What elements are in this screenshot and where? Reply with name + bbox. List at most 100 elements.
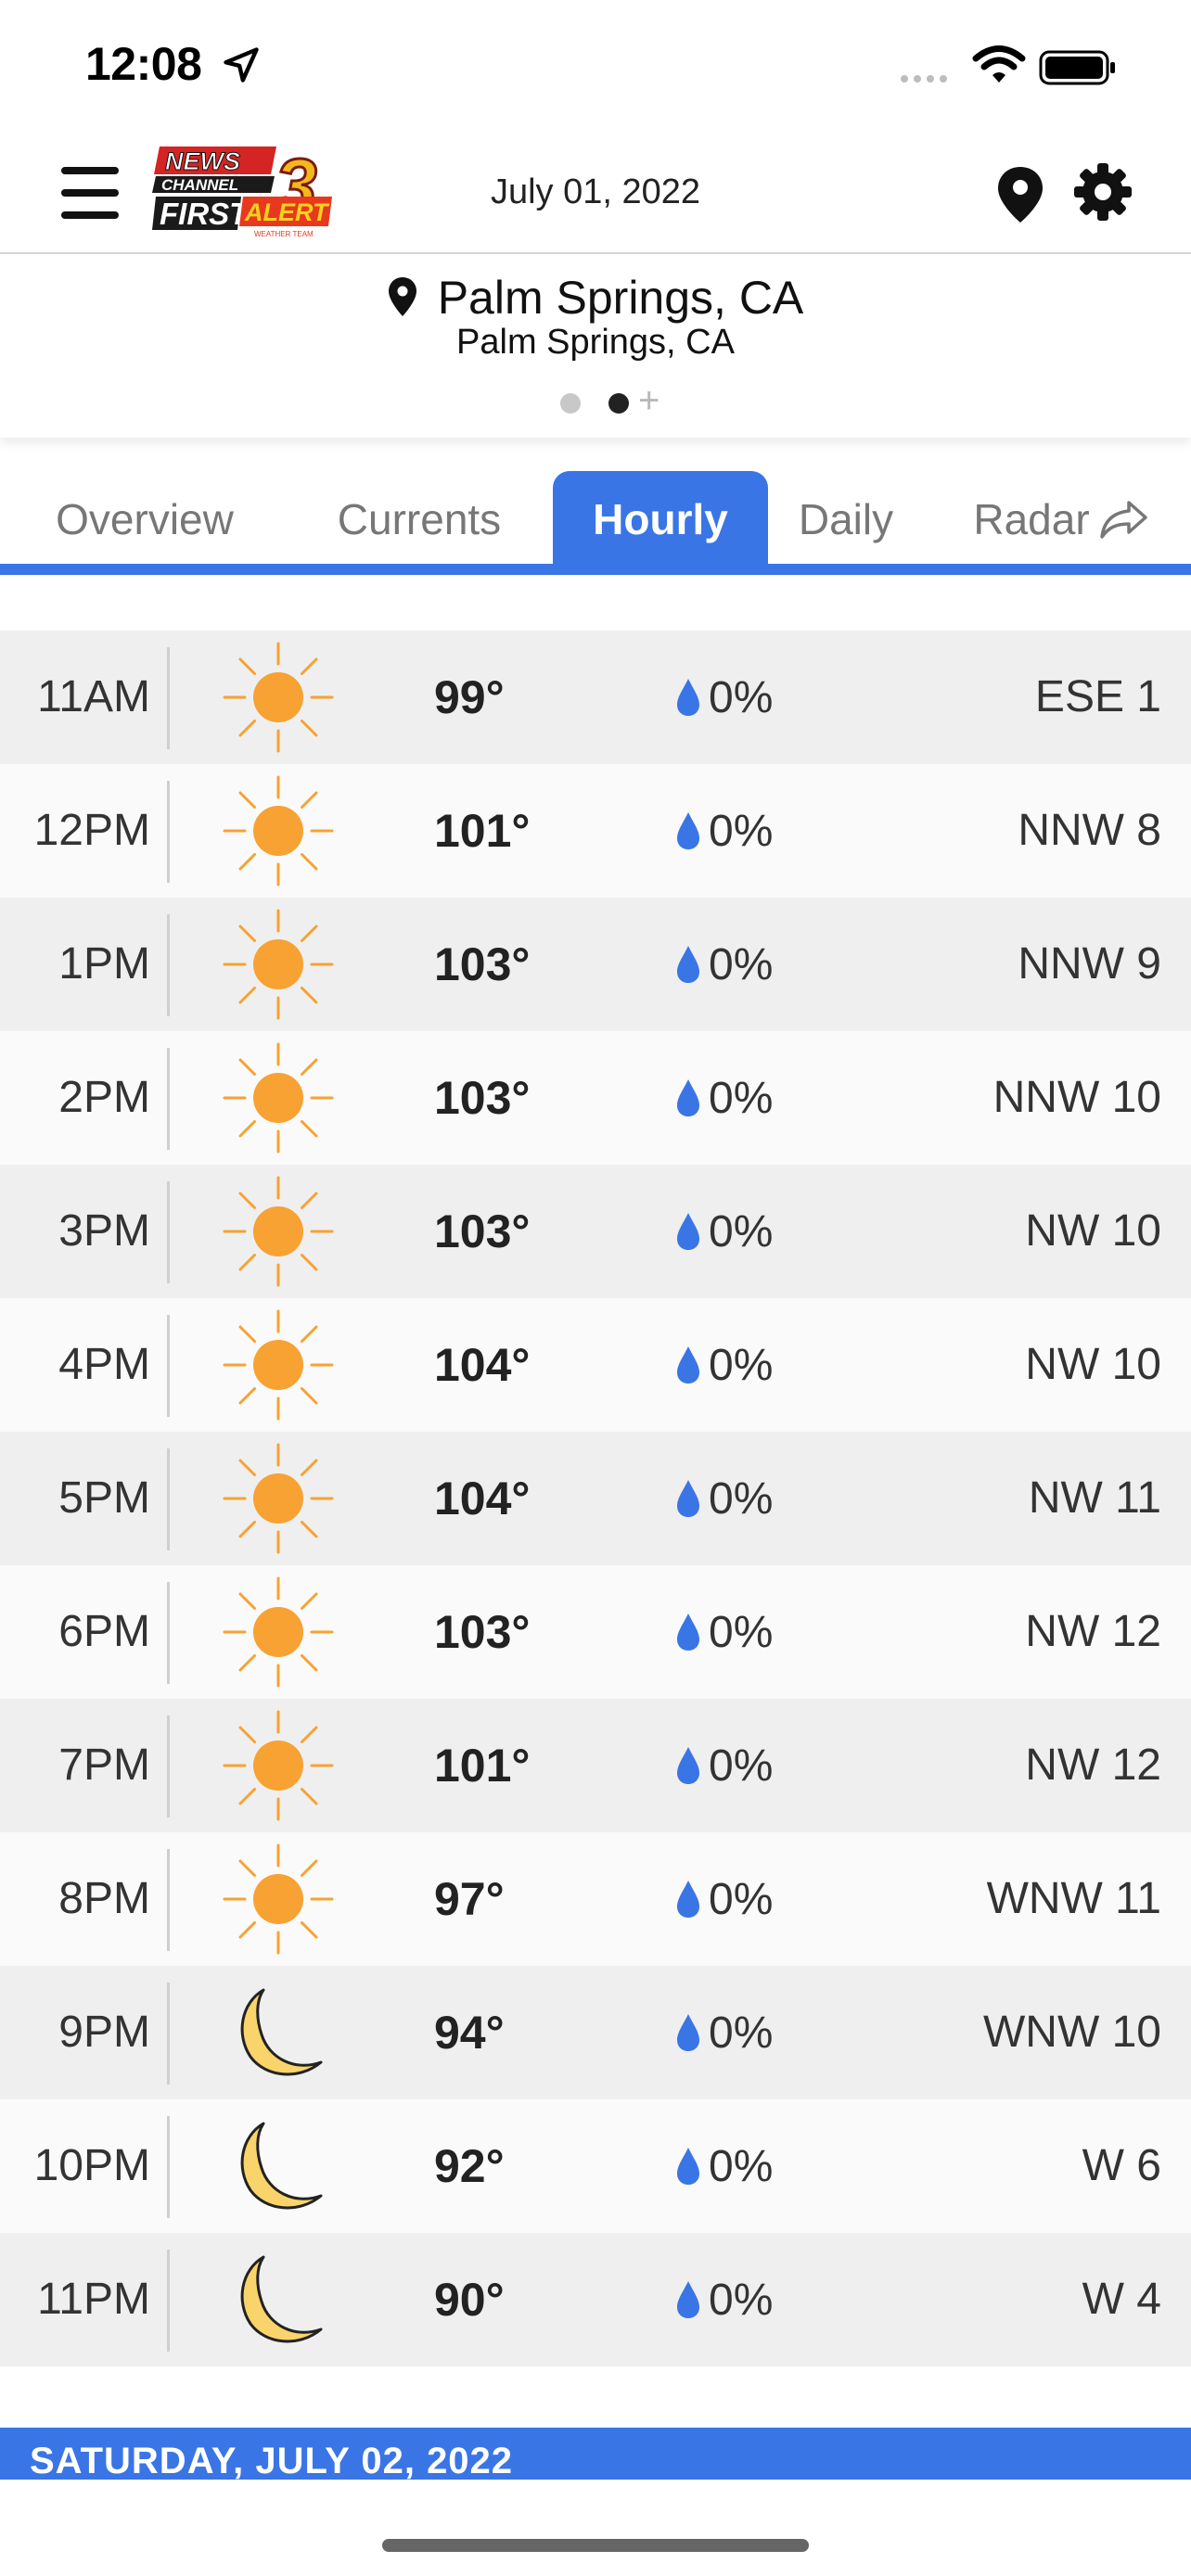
logo-tagline-text: WEATHER TEAM xyxy=(254,230,314,238)
row-divider xyxy=(167,1983,170,2085)
hourly-row[interactable]: 3PM 103° 0% NW 10 xyxy=(0,1165,1191,1298)
row-divider xyxy=(167,914,170,1016)
tab-hourly[interactable]: Hourly xyxy=(553,471,768,569)
precip-value: 0% xyxy=(709,1874,774,1924)
hour-time: 11AM xyxy=(37,672,150,721)
precip-value: 0% xyxy=(709,939,774,989)
hourly-row[interactable]: 6PM 103° 0% NW 12 xyxy=(0,1565,1191,1699)
tab-daily[interactable]: Daily xyxy=(777,471,915,569)
app-header: NEWS CHANNEL 3 FIRST ALERT WEATHER TEAM … xyxy=(0,130,1191,254)
hour-time: 6PM xyxy=(58,1607,150,1656)
hour-wind: NNW 10 xyxy=(992,1073,1161,1122)
raindrop-icon xyxy=(677,1346,699,1384)
tab-radar[interactable]: Radar xyxy=(944,471,1178,569)
sun-icon xyxy=(223,1576,334,1688)
hour-time: 12PM xyxy=(33,806,150,855)
hour-wind: ESE 1 xyxy=(1034,672,1161,721)
cellular-signal-icon xyxy=(901,75,947,83)
news-channel-3-logo[interactable]: NEWS CHANNEL 3 FIRST ALERT WEATHER TEAM xyxy=(152,143,336,239)
hour-wind: NW 10 xyxy=(1025,1206,1161,1256)
hourly-row[interactable]: 10PM 92° 0% W 6 xyxy=(0,2099,1191,2233)
hour-temperature: 101° xyxy=(434,1740,531,1792)
sun-icon xyxy=(223,642,334,753)
moon-icon xyxy=(240,2122,323,2210)
sun-icon xyxy=(223,775,334,886)
hour-time: 8PM xyxy=(58,1874,150,1923)
tab-overview[interactable]: Overview xyxy=(13,471,276,569)
hour-precipitation: 0% xyxy=(673,898,773,1031)
precip-value: 0% xyxy=(709,1473,774,1524)
hour-wind: NW 11 xyxy=(1028,1473,1161,1523)
hour-temperature: 104° xyxy=(434,1339,531,1391)
hourly-row[interactable]: 4PM 104° 0% NW 10 xyxy=(0,1298,1191,1432)
raindrop-icon xyxy=(677,1079,699,1116)
hour-time: 9PM xyxy=(58,2008,150,2057)
moon-icon xyxy=(240,2255,323,2343)
bottom-safe-area xyxy=(0,2480,1191,2576)
raindrop-icon xyxy=(677,2014,699,2051)
hour-temperature: 90° xyxy=(434,2274,505,2326)
header-date: July 01, 2022 xyxy=(490,172,701,211)
page-dot[interactable] xyxy=(560,393,581,414)
tab-currents[interactable]: Currents xyxy=(295,471,544,569)
hour-wind: NW 12 xyxy=(1025,1741,1161,1790)
raindrop-icon xyxy=(677,2148,699,2185)
hour-temperature: 103° xyxy=(434,1606,531,1658)
hour-precipitation: 0% xyxy=(673,631,773,764)
hour-temperature: 104° xyxy=(434,1473,531,1524)
gear-icon[interactable] xyxy=(1072,161,1133,223)
tab-bar: Overview Currents Hourly Daily Radar xyxy=(0,471,1191,577)
row-divider xyxy=(167,2250,170,2352)
raindrop-icon xyxy=(677,1213,699,1250)
hourly-row[interactable]: 11PM 90° 0% W 4 xyxy=(0,2233,1191,2366)
moon-icon xyxy=(240,1988,323,2076)
raindrop-icon xyxy=(677,1613,699,1651)
hourly-row[interactable]: 5PM 104° 0% NW 11 xyxy=(0,1432,1191,1565)
hour-temperature: 103° xyxy=(434,1072,531,1124)
precip-value: 0% xyxy=(709,672,774,722)
location-panel[interactable]: Palm Springs, CA Palm Springs, CA + xyxy=(0,256,1191,438)
share-arrow-icon xyxy=(1099,501,1147,539)
raindrop-icon xyxy=(677,679,699,716)
row-divider xyxy=(167,1181,170,1283)
row-divider xyxy=(167,1715,170,1817)
hour-precipitation: 0% xyxy=(673,2233,773,2366)
row-divider xyxy=(167,1582,170,1684)
hourly-row[interactable]: 11AM 99° 0% ESE 1 xyxy=(0,631,1191,764)
hour-precipitation: 0% xyxy=(673,1432,773,1565)
hour-wind: NW 12 xyxy=(1025,1607,1161,1656)
status-bar: 12:08 xyxy=(0,0,1191,130)
page-dot-active[interactable] xyxy=(608,393,629,414)
hour-wind: WNW 11 xyxy=(986,1874,1161,1923)
row-divider xyxy=(167,1448,170,1550)
add-location-button[interactable]: + xyxy=(638,382,660,419)
raindrop-icon xyxy=(677,946,699,983)
precip-value: 0% xyxy=(709,806,774,856)
sun-icon xyxy=(223,1042,334,1154)
home-indicator[interactable] xyxy=(382,2539,809,2552)
hourly-row[interactable]: 12PM 101° 0% NNW 8 xyxy=(0,764,1191,898)
hour-precipitation: 0% xyxy=(673,1298,773,1432)
logo-channel-text: CHANNEL xyxy=(161,176,238,194)
hour-time: 11PM xyxy=(37,2275,150,2324)
hour-temperature: 101° xyxy=(434,805,531,857)
tab-underline xyxy=(0,564,1191,575)
hourly-forecast-list: 11AM 99° 0% ESE 1 12PM 101° 0% NNW 8 1PM 103° 0% NN… xyxy=(0,631,1191,2366)
hourly-row[interactable]: 2PM 103° 0% NNW 10 xyxy=(0,1031,1191,1165)
sun-icon xyxy=(223,1443,334,1554)
hour-precipitation: 0% xyxy=(673,1832,773,1966)
map-pin-icon[interactable] xyxy=(996,165,1044,224)
menu-button[interactable] xyxy=(61,167,122,219)
row-divider xyxy=(167,1849,170,1951)
hour-temperature: 94° xyxy=(434,2007,505,2059)
hourly-row[interactable]: 9PM 94° 0% WNW 10 xyxy=(0,1966,1191,2099)
location-page-indicator: + xyxy=(0,382,1191,419)
wifi-icon xyxy=(972,45,1026,83)
hourly-row[interactable]: 1PM 103° 0% NNW 9 xyxy=(0,898,1191,1031)
hour-temperature: 103° xyxy=(434,1205,531,1257)
raindrop-icon xyxy=(677,1747,699,1784)
hourly-row[interactable]: 8PM 97° 0% WNW 11 xyxy=(0,1832,1191,1966)
hourly-row[interactable]: 7PM 101° 0% NW 12 xyxy=(0,1699,1191,1832)
hour-precipitation: 0% xyxy=(673,1031,773,1165)
sun-icon xyxy=(223,1843,334,1955)
